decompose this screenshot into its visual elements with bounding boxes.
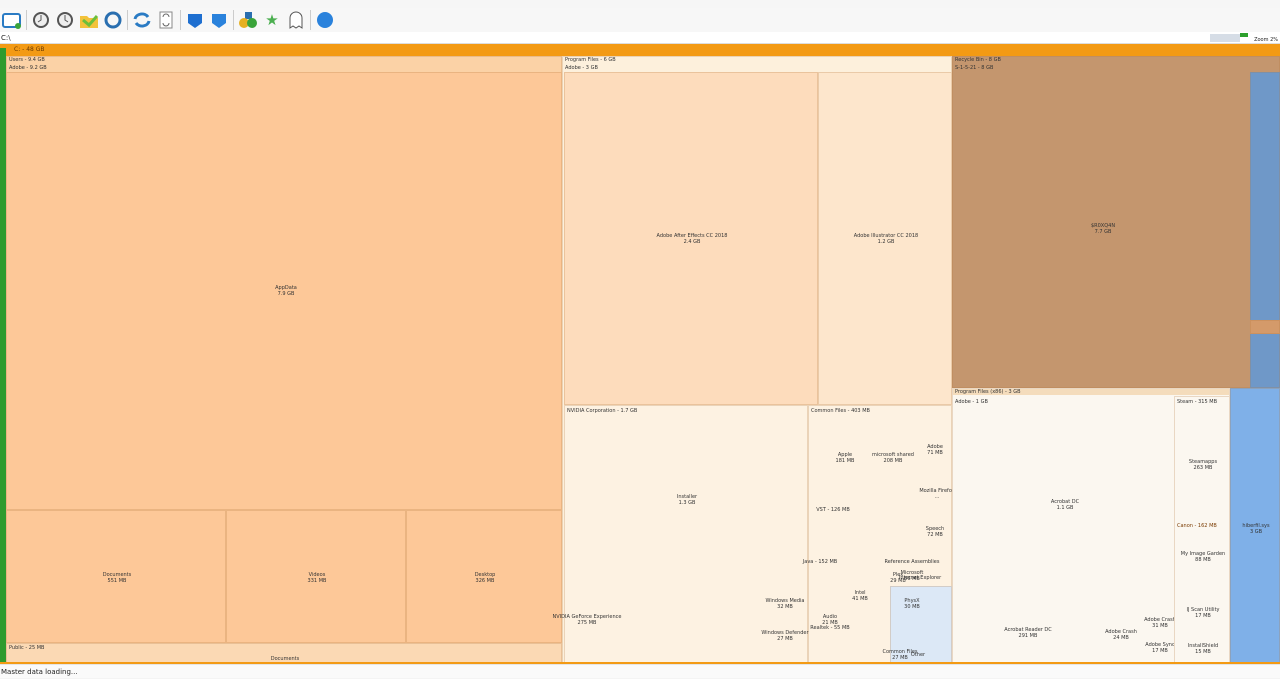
cube-blue-2-icon[interactable] xyxy=(209,10,229,30)
document-refresh-icon[interactable] xyxy=(156,10,176,30)
cell-label: Adobe After Effects CC 2018 2.4 GB xyxy=(656,233,728,245)
cell-label: Windows Defender 27 MB xyxy=(761,630,809,642)
globe-icon[interactable] xyxy=(315,10,335,30)
folder-header: Steam - 315 MB xyxy=(1177,399,1218,405)
cell-label: Adobe 71 MB xyxy=(927,444,943,456)
file-hiberfil[interactable]: hiberfil.sys 3 GB xyxy=(1230,388,1280,664)
folder-appdata[interactable]: AppData 7.9 GB xyxy=(6,72,562,510)
cell-label: AppData 7.9 GB xyxy=(275,285,297,297)
cell-label: Reference Assemblies xyxy=(884,559,940,565)
cell-label: IJ Scan Utility 17 MB xyxy=(1186,607,1220,619)
cell-label: Realtek - 55 MB xyxy=(810,625,850,631)
zoom-slider[interactable] xyxy=(1210,34,1240,42)
ghost-icon[interactable] xyxy=(286,10,306,30)
cell-label: Adobe Crash 24 MB xyxy=(1105,629,1137,641)
recycle-blue-files[interactable] xyxy=(1250,72,1280,388)
cell-label: Acrobat DC 1.1 GB xyxy=(1050,499,1080,511)
folder-header: NVIDIA Corporation - 1.7 GB xyxy=(567,408,638,414)
cell-label: microsoft shared 208 MB xyxy=(872,452,914,464)
separator xyxy=(310,10,311,30)
separator xyxy=(26,10,27,30)
folder-public[interactable]: Public - 25 MB Documents xyxy=(6,643,562,664)
cell-label: Other xyxy=(910,652,926,658)
zoom-label: Zoom 2% xyxy=(1254,37,1278,43)
separator xyxy=(180,10,181,30)
clock-forward-icon[interactable] xyxy=(55,10,75,30)
separator xyxy=(233,10,234,30)
recycle-file-orange[interactable] xyxy=(1250,320,1280,334)
cell-label: Windows Media 32 MB xyxy=(765,598,805,610)
cell-label: Speech 72 MB xyxy=(925,526,945,538)
cell-label: Adobe Illustrator CC 2018 1.2 GB xyxy=(853,233,919,245)
folder-header: Canon - 162 MB xyxy=(1177,523,1217,529)
status-bar: Master data loading... xyxy=(0,664,1280,678)
folder-header: Users - 9.4 GB xyxy=(9,57,45,63)
scan-drive-icon[interactable] xyxy=(2,10,22,30)
cell-label: Intel 41 MB xyxy=(852,590,868,602)
cell-label: $R0XQ4N 7.7 GB xyxy=(1090,223,1116,235)
path-input[interactable]: C:\ xyxy=(0,32,1280,44)
toolbar: ★ xyxy=(0,8,1280,32)
refresh-icon[interactable] xyxy=(132,10,152,30)
shapes-icon[interactable] xyxy=(238,10,258,30)
cell-label: Mozilla Firefox … xyxy=(919,488,955,500)
zoom-indicator xyxy=(1240,33,1248,37)
cell-label: Installer 1.3 GB xyxy=(676,494,698,506)
folder-header: Public - 25 MB xyxy=(9,645,45,651)
cell-label: VST - 126 MB xyxy=(816,507,850,513)
cell-label: Java - 152 MB xyxy=(802,559,838,565)
separator xyxy=(127,10,128,30)
cell-label: Desktop 326 MB xyxy=(474,572,496,584)
folder-header: Adobe - 9.2 GB xyxy=(9,65,47,71)
cell-label: Steamapps 263 MB xyxy=(1188,459,1218,471)
cell-label: NVIDIA GeForce Experience 275 MB xyxy=(552,614,622,626)
folder-header: S-1-5-21 - 8 GB xyxy=(955,65,994,71)
menu-bar xyxy=(0,0,1280,8)
folder-videos[interactable]: Videos 331 MB xyxy=(226,510,406,643)
folder-header: Program Files (x86) - 3 GB xyxy=(953,389,1229,395)
cell-label: InstallShield 15 MB xyxy=(1187,643,1219,655)
folder-recycle-bin[interactable]: Recycle Bin - 8 GB S-1-5-21 - 8 GB $R0XQ… xyxy=(952,56,1280,388)
folder-illustrator[interactable]: Adobe Illustrator CC 2018 1.2 GB xyxy=(818,72,952,405)
cell-label: Videos 331 MB xyxy=(307,572,327,584)
folder-after-effects[interactable]: Adobe After Effects CC 2018 2.4 GB xyxy=(564,72,818,405)
root-drive-header[interactable]: C: - 48 GB xyxy=(0,44,1280,56)
cell-label: Documents 551 MB xyxy=(102,572,132,584)
folder-header: Program Files - 6 GB xyxy=(565,57,616,63)
folder-icon[interactable] xyxy=(79,10,99,30)
folder-nvidia[interactable]: NVIDIA Corporation - 1.7 GB Installer 1.… xyxy=(553,405,808,664)
cell-label: hiberfil.sys 3 GB xyxy=(1242,523,1270,535)
folder-header: Recycle Bin - 8 GB xyxy=(955,57,1001,63)
folder-header: Adobe - 3 GB xyxy=(565,65,598,71)
cell-label: Adobe Crash 31 MB xyxy=(1144,617,1176,629)
refresh-network-icon[interactable] xyxy=(103,10,123,30)
clock-back-icon[interactable] xyxy=(31,10,51,30)
folder-desktop[interactable]: Desktop 326 MB xyxy=(406,510,562,643)
folder-header: Adobe - 1 GB xyxy=(955,399,988,405)
cell-label: Apple 181 MB xyxy=(835,452,855,464)
folder-documents[interactable]: Documents 551 MB xyxy=(6,510,226,643)
folder-header: Common Files - 403 MB xyxy=(811,408,870,414)
cell-label: Internet Explorer xyxy=(898,575,942,581)
cell-label: My Image Garden 88 MB xyxy=(1180,551,1226,563)
cell-label: Adobe Sync 17 MB xyxy=(1145,642,1175,654)
cube-blue-icon[interactable] xyxy=(185,10,205,30)
star-icon[interactable]: ★ xyxy=(262,10,282,30)
cell-label: Acrobat Reader DC 291 MB xyxy=(1004,627,1052,639)
folder-steam[interactable]: Steam - 315 MB Steamapps 263 MB Canon - … xyxy=(1174,396,1230,664)
cell-label: PhysX 30 MB xyxy=(904,598,920,610)
